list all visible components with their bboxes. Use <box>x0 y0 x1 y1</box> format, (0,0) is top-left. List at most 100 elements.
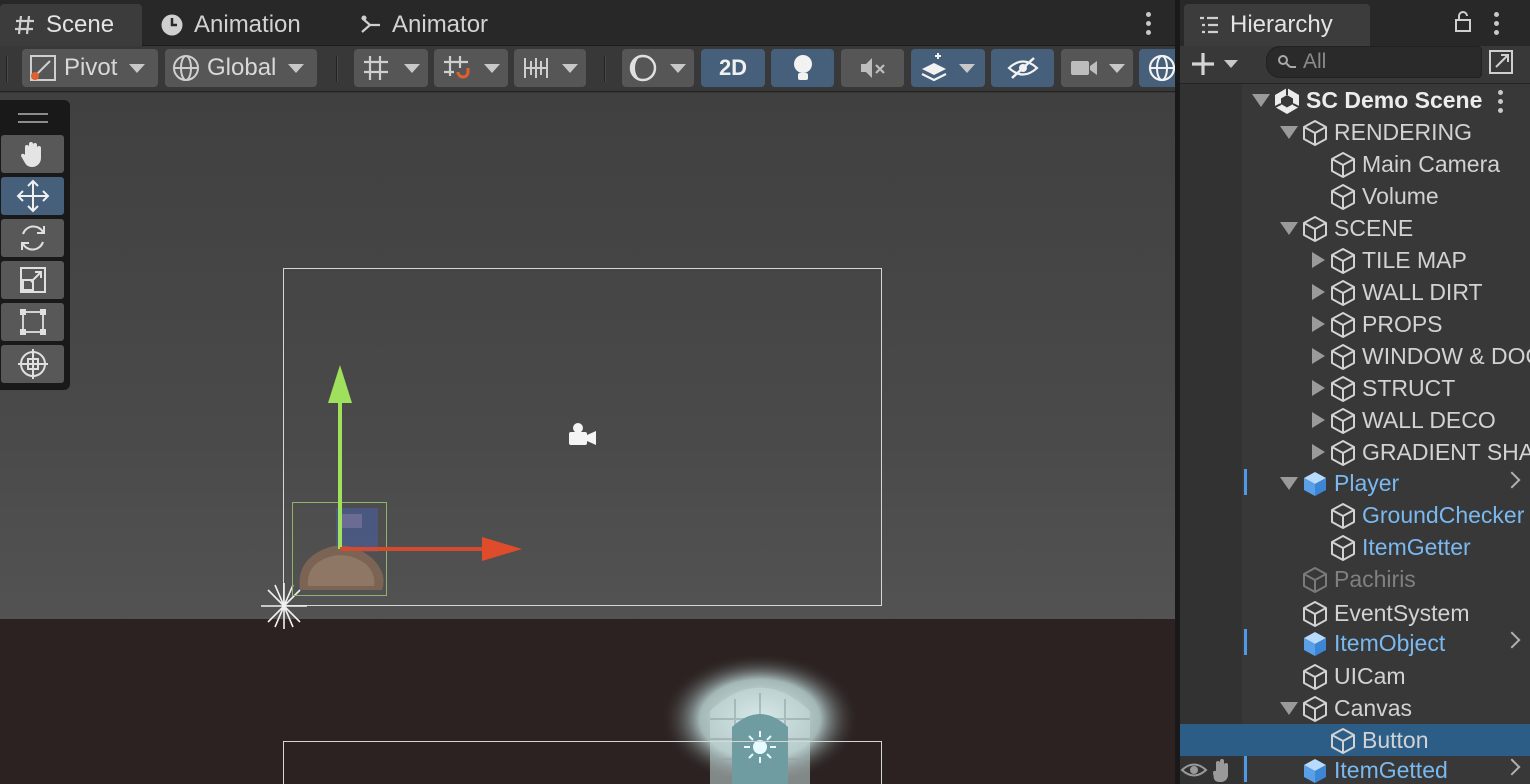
hierarchy-item[interactable]: WINDOW & DOOR <box>1180 340 1530 372</box>
palette-grip[interactable] <box>18 121 48 123</box>
expand-right-icon[interactable] <box>1312 252 1325 268</box>
tool-palette <box>0 100 70 390</box>
eye-hidden-icon <box>1006 57 1039 79</box>
rotate-tool-button[interactable] <box>1 219 64 257</box>
grid-snap-dropdown[interactable] <box>434 49 508 87</box>
hierarchy-item[interactable]: GRADIENT SHADOW <box>1180 436 1530 468</box>
hierarchy-item[interactable]: Volume <box>1180 180 1530 212</box>
tab-scene-label: Scene <box>46 11 115 38</box>
pivot-icon <box>30 55 56 81</box>
hierarchy-item[interactable]: Pachiris <box>1180 563 1530 595</box>
scale-tool-button[interactable] <box>1 261 64 299</box>
expand-down-icon[interactable] <box>1280 702 1298 715</box>
list-icon <box>1200 16 1218 34</box>
open-prefab-chevron-icon[interactable] <box>1503 758 1521 776</box>
ruler-icon <box>524 58 548 78</box>
expand-right-icon[interactable] <box>1312 444 1325 460</box>
scene-more-menu-icon[interactable] <box>1146 12 1151 35</box>
expand-right-icon[interactable] <box>1312 284 1325 300</box>
create-dropdown[interactable] <box>1190 48 1246 80</box>
pivot-label: Pivot <box>64 54 118 81</box>
tab-hierarchy[interactable]: Hierarchy <box>1184 4 1370 46</box>
hierarchy-item[interactable]: Canvas <box>1180 692 1530 724</box>
gameobject-cube-icon <box>1331 376 1355 402</box>
mode-2d-toggle[interactable]: 2D <box>701 49 765 87</box>
hierarchy-item[interactable]: ItemObject <box>1180 627 1530 659</box>
hierarchy-item-label: PROPS <box>1362 311 1443 337</box>
clock-icon <box>161 14 183 36</box>
hierarchy-scene-row[interactable]: SC Demo Scene <box>1180 84 1530 116</box>
transform-icon <box>17 349 48 379</box>
expand-down-icon[interactable] <box>1252 94 1270 107</box>
expand-down-icon[interactable] <box>1280 126 1298 139</box>
hierarchy-item[interactable]: SCENE <box>1180 212 1530 244</box>
canvas-bounds-frame <box>283 741 882 784</box>
hierarchy-item-label: STRUCT <box>1362 375 1456 401</box>
pivot-dropdown[interactable]: Pivot <box>22 49 158 87</box>
palette-grip[interactable] <box>18 113 48 115</box>
scene-viewport[interactable] <box>0 93 1175 784</box>
hierarchy-item[interactable]: TILE MAP <box>1180 244 1530 276</box>
increment-snap-dropdown[interactable] <box>514 49 586 87</box>
visibility-pickability-icon[interactable] <box>1180 757 1238 783</box>
toolbar-separator <box>604 56 606 82</box>
hierarchy-more-menu-icon[interactable] <box>1494 12 1499 35</box>
rect-tool-button[interactable] <box>1 303 64 341</box>
open-prefab-chevron-icon[interactable] <box>1503 631 1521 649</box>
view-tool-button[interactable] <box>1 135 64 173</box>
hierarchy-item[interactable]: STRUCT <box>1180 372 1530 404</box>
gameobject-cube-icon <box>1331 184 1355 210</box>
hierarchy-item[interactable]: WALL DIRT <box>1180 276 1530 308</box>
globe-icon <box>173 55 199 81</box>
hierarchy-item[interactable]: Player <box>1180 467 1530 499</box>
gameobject-cube-icon <box>1331 408 1355 434</box>
grid-visibility-dropdown[interactable] <box>354 49 428 87</box>
hierarchy-item[interactable]: Button <box>1180 724 1530 756</box>
hierarchy-item[interactable]: GroundChecker <box>1180 499 1530 531</box>
tab-scene[interactable]: Scene <box>0 4 142 46</box>
lighting-toggle[interactable] <box>771 49 834 87</box>
expand-right-icon[interactable] <box>1312 348 1325 364</box>
draw-mode-dropdown[interactable] <box>622 49 694 87</box>
hierarchy-item[interactable]: PROPS <box>1180 308 1530 340</box>
camera-settings-dropdown[interactable] <box>1061 49 1133 87</box>
tab-animator-label: Animator <box>392 11 489 38</box>
gizmos-toggle[interactable] <box>1139 49 1175 87</box>
move-gizmo[interactable] <box>320 363 530 563</box>
expand-down-icon[interactable] <box>1280 222 1298 235</box>
audio-toggle[interactable] <box>841 49 904 87</box>
hierarchy-search-field[interactable] <box>1266 46 1482 78</box>
tab-animation[interactable]: Animation <box>146 4 315 46</box>
scene-visibility-toggle[interactable] <box>991 49 1054 87</box>
hierarchy-item[interactable]: WALL DECO <box>1180 404 1530 436</box>
hierarchy-item-label: WINDOW & DOOR <box>1362 343 1530 369</box>
open-scene-icon[interactable] <box>1487 48 1515 76</box>
move-tool-button[interactable] <box>1 177 64 215</box>
gameobject-cube-icon <box>1331 535 1355 561</box>
tab-animation-label: Animation <box>194 11 301 38</box>
hierarchy-item[interactable]: UICam <box>1180 660 1530 692</box>
hierarchy-item[interactable]: ItemGetter <box>1180 531 1530 563</box>
gameobject-cube-icon <box>1331 440 1355 466</box>
expand-down-icon[interactable] <box>1280 477 1298 490</box>
search-input[interactable] <box>1303 50 1473 74</box>
expand-right-icon[interactable] <box>1312 316 1325 332</box>
hierarchy-item[interactable]: RENDERING <box>1180 116 1530 148</box>
animator-icon <box>361 15 380 33</box>
hierarchy-item[interactable]: EventSystem <box>1180 597 1530 629</box>
hierarchy-item[interactable]: Main Camera <box>1180 148 1530 180</box>
layers-effects-icon <box>921 53 947 82</box>
camera-gizmo-icon[interactable] <box>566 421 600 451</box>
expand-right-icon[interactable] <box>1312 412 1325 428</box>
effects-dropdown[interactable] <box>911 49 985 87</box>
lock-icon[interactable] <box>1454 10 1472 34</box>
transform-tool-button[interactable] <box>1 345 64 383</box>
hierarchy-item[interactable]: ItemGetted <box>1180 754 1530 784</box>
global-dropdown[interactable]: Global <box>165 49 317 87</box>
open-prefab-chevron-icon[interactable] <box>1503 471 1521 489</box>
expand-right-icon[interactable] <box>1312 380 1325 396</box>
scene-view-panel: Scene Animation Animator Pivot Global 2D <box>0 0 1175 784</box>
tab-animator[interactable]: Animator <box>346 4 502 46</box>
scene-row-menu-icon[interactable] <box>1498 90 1503 113</box>
prefab-override-bar <box>1244 629 1247 655</box>
